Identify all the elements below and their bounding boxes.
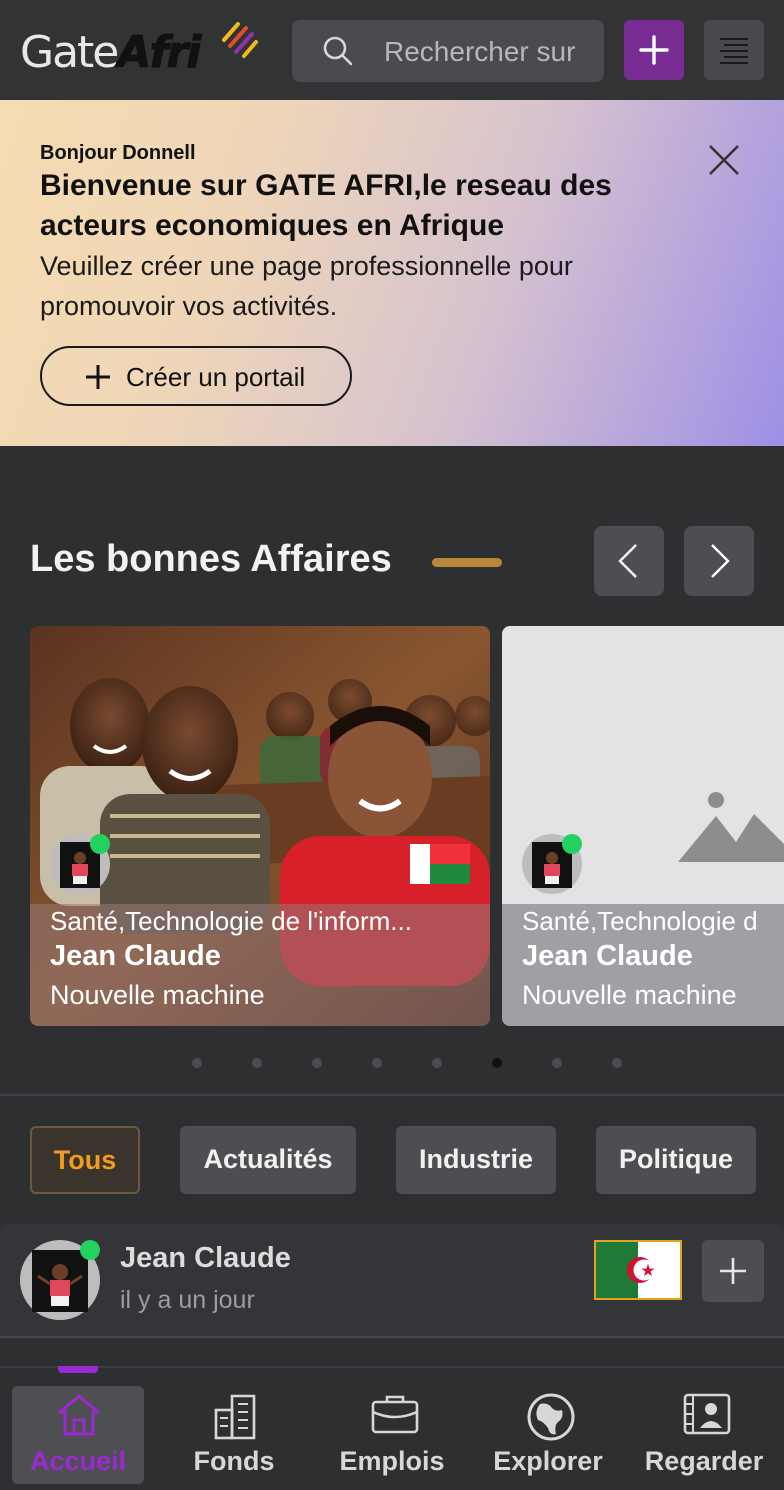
feed-post: Jean Claude il y a un jour [0, 1224, 784, 1336]
menu-button[interactable] [704, 20, 764, 80]
briefcase-icon [371, 1395, 419, 1434]
logo-afri-text: Afri [117, 27, 202, 78]
card-author: Jean Claude [522, 940, 693, 972]
madagascar-flag [410, 844, 470, 884]
top-header: GateAfri Rechercher sur [0, 0, 784, 100]
video-profile-icon [683, 1393, 731, 1435]
bottom-navigation: Accueil Fonds Emplois Explorer Regarder [0, 1366, 784, 1490]
filter-chip-politique[interactable]: Politique [596, 1126, 756, 1194]
carousel-dot[interactable] [432, 1058, 442, 1068]
logo-gate-text: Gate [20, 27, 119, 78]
filter-chip-actualites[interactable]: Actualités [180, 1126, 356, 1194]
nav-label: Emplois [339, 1446, 445, 1476]
plus-icon [86, 365, 110, 389]
plus-icon [639, 35, 669, 65]
carousel-dot[interactable] [612, 1058, 622, 1068]
gateafri-logo[interactable]: GateAfri [20, 22, 262, 82]
card-subtitle: Nouvelle machine [50, 980, 265, 1010]
nav-item-fonds[interactable]: Fonds [168, 1386, 300, 1484]
chevron-left-icon [618, 544, 637, 578]
online-status-dot [90, 834, 110, 854]
nav-item-accueil[interactable]: Accueil [12, 1386, 144, 1484]
online-status-dot [80, 1240, 100, 1260]
post-divider [0, 1336, 784, 1338]
create-portal-button[interactable]: Créer un portail [40, 346, 352, 406]
hamburger-menu-icon [720, 38, 748, 64]
create-post-button[interactable] [624, 20, 684, 80]
card-sector: Santé,Technologie de l'inform... [50, 906, 412, 936]
carousel-dot[interactable] [252, 1058, 262, 1068]
banner-description: Veuillez créer une page professionnelle … [40, 251, 573, 321]
card-sector: Santé,Technologie d [522, 906, 758, 936]
welcome-banner: Bonjour Donnell Bienvenue sur GATE AFRI,… [0, 100, 784, 446]
nav-label: Accueil [29, 1446, 127, 1476]
close-icon[interactable] [706, 142, 742, 178]
post-timestamp: il y a un jour [120, 1286, 255, 1314]
banner-greeting: Bonjour Donnell [40, 142, 196, 164]
card-author: Jean Claude [50, 940, 221, 972]
filter-chip-industrie[interactable]: Industrie [396, 1126, 556, 1194]
post-author[interactable]: Jean Claude [120, 1242, 291, 1275]
algeria-flag [594, 1240, 682, 1300]
carousel-dots [0, 1058, 784, 1070]
nav-item-explorer[interactable]: Explorer [482, 1386, 614, 1484]
chevron-right-icon [711, 544, 730, 578]
carousel-dot[interactable] [372, 1058, 382, 1068]
image-placeholder-icon [678, 792, 784, 862]
deal-card[interactable]: Santé,Technologie d Jean Claude Nouvelle… [502, 626, 784, 1026]
globe-icon [527, 1393, 575, 1441]
plus-icon [720, 1258, 746, 1284]
filter-chip-tous[interactable]: Tous [30, 1126, 140, 1194]
building-icon [214, 1394, 256, 1440]
nav-item-emplois[interactable]: Emplois [326, 1386, 458, 1484]
carousel-prev-button[interactable] [594, 526, 664, 596]
follow-button[interactable] [702, 1240, 764, 1302]
deals-section-title: Les bonnes Affaires [30, 538, 392, 580]
home-icon [58, 1394, 100, 1436]
title-accent-bar [432, 558, 502, 567]
section-divider [0, 1094, 784, 1096]
carousel-dot-active[interactable] [492, 1058, 502, 1068]
logo-stripes-icon [222, 22, 258, 58]
deal-card[interactable]: Santé,Technologie de l'inform... Jean Cl… [30, 626, 490, 1026]
carousel-dot[interactable] [312, 1058, 322, 1068]
nav-item-regarder[interactable]: Regarder [638, 1386, 770, 1484]
carousel-dot[interactable] [552, 1058, 562, 1068]
search-icon [323, 36, 353, 66]
card-subtitle: Nouvelle machine [522, 980, 737, 1010]
carousel-dot[interactable] [192, 1058, 202, 1068]
create-portal-label: Créer un portail [126, 362, 306, 392]
nav-label: Fonds [193, 1446, 275, 1476]
banner-title: Bienvenue sur GATE AFRI,le reseau des ac… [40, 169, 612, 242]
active-tab-indicator [58, 1366, 98, 1373]
nav-label: Regarder [644, 1446, 764, 1476]
carousel-next-button[interactable] [684, 526, 754, 596]
search-bar[interactable]: Rechercher sur [292, 20, 604, 82]
nav-label: Explorer [493, 1446, 603, 1476]
search-placeholder: Rechercher sur [384, 36, 576, 67]
logo-wordmark: GateAfri [20, 27, 202, 78]
online-status-dot [562, 834, 582, 854]
